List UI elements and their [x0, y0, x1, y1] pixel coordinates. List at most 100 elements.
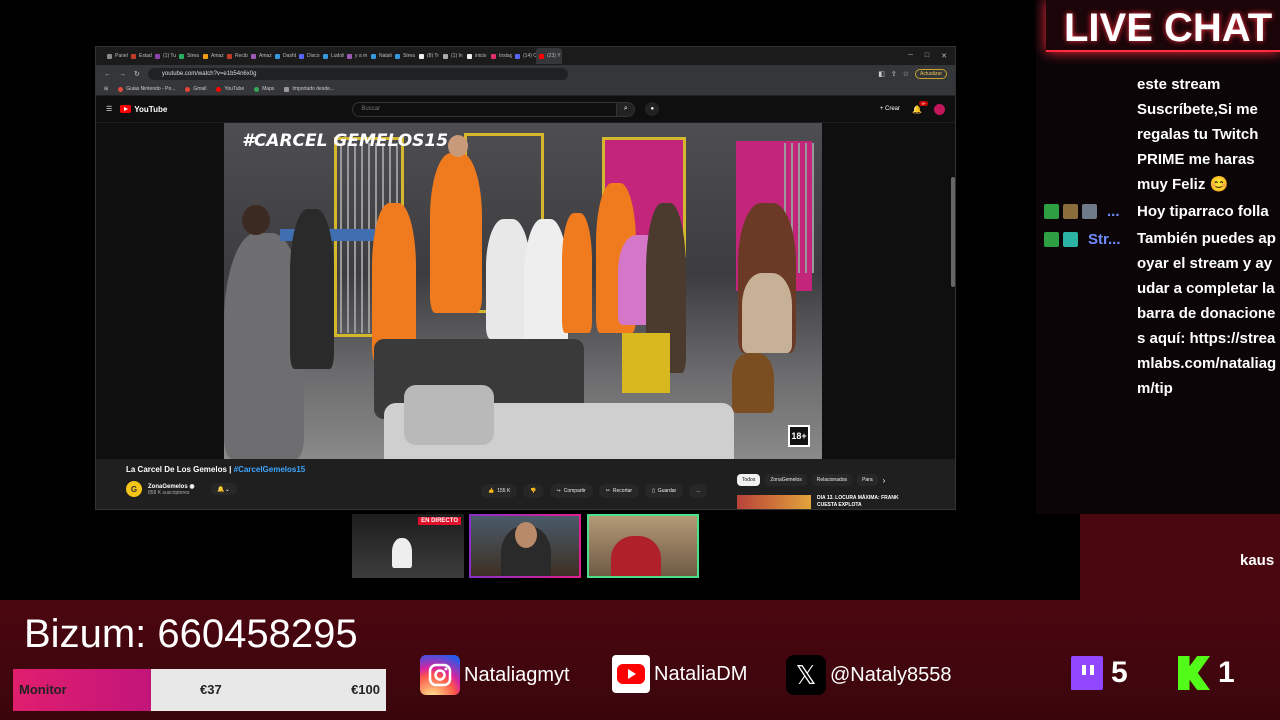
- url-input[interactable]: youtube.com/watch?v=e1b54n6x0g: [147, 68, 568, 80]
- create-label: Crear: [885, 106, 901, 112]
- chat-username[interactable]: Str...: [1088, 231, 1121, 248]
- clip-button[interactable]: ✂ Recortar: [598, 484, 640, 498]
- clip-label: Recortar: [612, 488, 633, 494]
- notifications-button[interactable]: 🔔 9+: [912, 100, 928, 114]
- browser-tab[interactable]: inicio: [464, 48, 488, 64]
- browser-tab[interactable]: Amaz: [200, 48, 224, 64]
- tab-favicon-icon: [371, 53, 376, 59]
- browser-tab[interactable]: (1) Tu: [152, 48, 176, 64]
- bookmark-item[interactable]: Maps: [254, 86, 274, 92]
- reload-icon[interactable]: ↻: [134, 70, 140, 78]
- youtube-play-icon: [120, 105, 132, 113]
- search-input[interactable]: Buscar: [352, 101, 618, 117]
- browser-tab[interactable]: Ludoli: [320, 48, 344, 64]
- back-icon[interactable]: ←: [104, 71, 111, 78]
- browser-tab[interactable]: Amaz: [248, 48, 272, 64]
- bookmark-item[interactable]: YouTube: [216, 86, 244, 92]
- bookmark-icon: ▯: [652, 488, 655, 494]
- like-button[interactable]: 👍 155 K: [481, 484, 518, 498]
- browser-tab[interactable]: Estadí: [128, 48, 152, 64]
- more-button[interactable]: ...: [689, 484, 708, 498]
- update-button[interactable]: Actualizar: [915, 69, 947, 79]
- browser-tab[interactable]: Recibi: [224, 48, 248, 64]
- share-button[interactable]: ↪ Compartir: [549, 484, 593, 498]
- recommended-video[interactable]: DIA 13. LOCURA MÁXIMA: FRANK CUESTA EXPL…: [737, 495, 907, 509]
- person-orange: [430, 153, 482, 313]
- thumbs-down-icon: 👎: [530, 488, 537, 494]
- tab-label: y a m: [355, 53, 368, 59]
- share-icon[interactable]: ⇪: [891, 70, 897, 78]
- badge-icon: [1063, 204, 1078, 219]
- browser-tab[interactable]: Strea: [176, 48, 200, 64]
- browser-tab[interactable]: (14) C: [512, 48, 536, 64]
- tab-label: Natali: [379, 53, 392, 59]
- menu-icon[interactable]: ☰: [106, 105, 112, 113]
- video-player[interactable]: #CARCEL GEMELOS15 18+: [224, 123, 822, 459]
- browser-tab[interactable]: Instag: [488, 48, 512, 64]
- minimize-icon[interactable]: ─: [908, 52, 913, 60]
- bookmark-item[interactable]: Importado desde...: [284, 86, 334, 92]
- maximize-icon[interactable]: □: [925, 52, 929, 60]
- channel-row: G ZonaGemelos ◉ 858 K suscriptores 🔔 ⌄: [126, 481, 237, 497]
- chevron-right-icon[interactable]: ›: [883, 476, 886, 485]
- subscription-bell-button[interactable]: 🔔 ⌄: [210, 483, 237, 495]
- chip-channel[interactable]: ZonaGemelos: [765, 474, 807, 486]
- bookmark-item[interactable]: Gmail: [185, 86, 206, 92]
- tab-label: Panel: [115, 53, 128, 59]
- create-button[interactable]: + Crear: [880, 106, 900, 112]
- channel-name[interactable]: ZonaGemelos ◉: [148, 483, 195, 490]
- mic-icon: ●: [650, 106, 655, 112]
- live-badge: EN DIRECTO: [418, 517, 461, 525]
- apps-icon[interactable]: ⊞: [104, 86, 108, 92]
- page-scrollbar[interactable]: [951, 177, 955, 287]
- person: [290, 209, 334, 369]
- tab-label: Instag: [499, 53, 512, 59]
- instagram-handle: Nataliagmyt: [420, 655, 570, 695]
- video-hashtag-link[interactable]: #CarcelGemelos15: [234, 465, 306, 474]
- browser-tab[interactable]: y a m: [344, 48, 368, 64]
- browser-tab[interactable]: Dashb: [272, 48, 296, 64]
- chip-related[interactable]: Relacionados: [811, 474, 853, 486]
- x-label: @Nataly8558: [830, 663, 952, 686]
- tab-bar: Panel Estadí (1) Tu Strea Amaz Recibi Amaz Dash…: [96, 47, 955, 65]
- browser-tab[interactable]: Strea: [392, 48, 416, 64]
- recommended-title[interactable]: DIA 13. LOCURA MÁXIMA: FRANK CUESTA EXPL…: [817, 495, 907, 509]
- person-head: [448, 135, 468, 157]
- tab-favicon-icon: [419, 53, 424, 59]
- save-button[interactable]: ▯ Guardar: [645, 484, 684, 498]
- chip-all[interactable]: Todos: [737, 474, 761, 486]
- person-orange: [562, 213, 592, 333]
- bookmark-item[interactable]: Guias Nintendo - Po...: [118, 86, 175, 92]
- close-icon[interactable]: ✕: [941, 52, 947, 60]
- recommendation-chips: Todos ZonaGemelos Relacionados Para ›: [737, 474, 885, 486]
- youtube-logo[interactable]: YouTube: [120, 105, 167, 114]
- browser-tab[interactable]: (23) Y: [536, 48, 562, 64]
- browser-tab[interactable]: Natali: [368, 48, 392, 64]
- browser-tab[interactable]: Panel: [104, 48, 128, 64]
- chat-username[interactable]: ...: [1107, 203, 1120, 220]
- forward-icon[interactable]: →: [119, 71, 126, 78]
- chip-for-you[interactable]: Para: [857, 474, 878, 486]
- browser-tab[interactable]: (8) Tr: [416, 48, 440, 64]
- browser-tab[interactable]: Disco: [296, 48, 320, 64]
- star-icon[interactable]: ☆: [903, 70, 909, 78]
- dislike-button[interactable]: 👎: [523, 484, 544, 498]
- browser-tab[interactable]: (1) In: [440, 48, 464, 64]
- tab-favicon-icon: [179, 53, 184, 59]
- mic-button[interactable]: ●: [645, 102, 660, 116]
- bizum-number: Bizum: 660458295: [24, 612, 358, 656]
- recommended-thumbnail[interactable]: [737, 495, 811, 509]
- tab-label: Ludoli: [331, 53, 344, 59]
- guest-head: [515, 522, 537, 548]
- bell-icon: 🔔: [912, 104, 922, 114]
- webcam-desktop-preview: EN DIRECTO: [352, 514, 464, 578]
- bell-icon: 🔔: [217, 486, 225, 493]
- search-button[interactable]: ⌕: [617, 101, 636, 117]
- avatar[interactable]: [934, 103, 945, 115]
- chat-title: LIVE CHAT: [1064, 6, 1273, 50]
- channel-avatar[interactable]: G: [126, 481, 142, 497]
- search-placeholder: Buscar: [361, 106, 380, 112]
- tab-favicon-icon: [227, 53, 232, 59]
- video-title-row: La Carcel De Los Gemelos | #CarcelGemelo…: [126, 465, 726, 474]
- extension-icon[interactable]: ◧: [878, 70, 885, 78]
